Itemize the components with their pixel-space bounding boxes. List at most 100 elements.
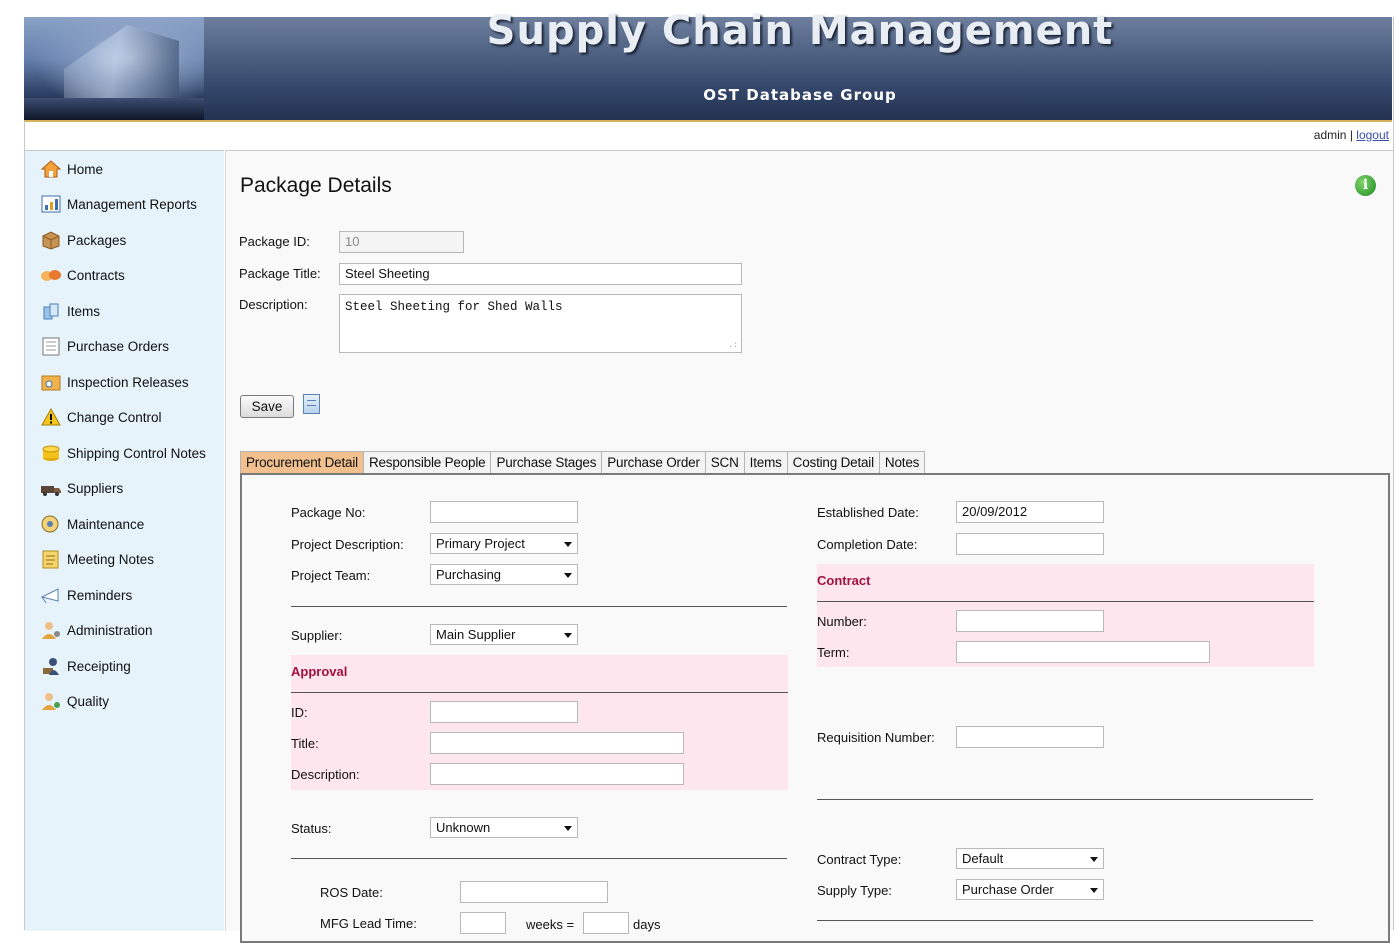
sidebar-item-label: Receipting — [67, 658, 131, 674]
sidebar-item-change-control[interactable]: Change Control — [40, 405, 162, 429]
tab-notes[interactable]: Notes — [878, 451, 926, 473]
dropdown-arrow-icon — [1090, 857, 1098, 862]
tab-procurement-detail[interactable]: Procurement Detail — [240, 451, 364, 473]
sidebar-item-maintenance[interactable]: Maintenance — [40, 512, 144, 536]
sidebar-item-meeting-notes[interactable]: Meeting Notes — [40, 547, 154, 571]
sidebar-item-home[interactable]: Home — [40, 157, 103, 181]
established-date-field[interactable]: 20/09/2012 — [956, 501, 1104, 523]
truck-banner-image — [24, 17, 204, 120]
tab-costing-detail[interactable]: Costing Detail — [786, 451, 880, 473]
dropdown-arrow-icon — [564, 542, 572, 547]
project-team-label: Project Team: — [291, 568, 371, 583]
sidebar-item-items[interactable]: Items — [40, 299, 100, 323]
mfg-lead-weeks-field[interactable] — [460, 912, 506, 934]
contract-type-select[interactable]: Default — [956, 848, 1104, 869]
maintenance-icon — [40, 514, 62, 534]
package-no-label: Package No: — [291, 505, 366, 520]
sidebar-item-label: Meeting Notes — [67, 551, 155, 567]
sidebar-item-inspection-releases[interactable]: Inspection Releases — [40, 370, 189, 394]
reminder-icon — [40, 585, 62, 605]
dropdown-arrow-icon — [564, 826, 572, 831]
sidebar-item-label: Management Reports — [67, 196, 197, 212]
sidebar-item-packages[interactable]: Packages — [40, 228, 126, 252]
dropdown-arrow-icon — [564, 573, 572, 578]
sidebar-item-label: Quality — [67, 693, 110, 709]
divider — [291, 606, 787, 607]
contract-term-field[interactable] — [956, 641, 1210, 663]
clipboard-icon — [40, 336, 62, 356]
notes-icon — [40, 549, 62, 569]
divider — [817, 799, 1313, 800]
tab-purchase-stages[interactable]: Purchase Stages — [490, 451, 603, 473]
tab-items[interactable]: Items — [743, 451, 788, 473]
contract-number-label: Number: — [817, 614, 867, 629]
sidebar-item-purchase-orders[interactable]: Purchase Orders — [40, 334, 169, 358]
mfg-lead-days-field[interactable] — [583, 912, 629, 934]
page-title: Package Details — [240, 174, 392, 197]
sidebar-item-reminders[interactable]: Reminders — [40, 583, 132, 607]
user-bar: admin | logout — [1314, 128, 1389, 142]
requisition-number-field[interactable] — [956, 726, 1104, 748]
description-text: Steel Sheeting for Shed Walls — [345, 300, 563, 314]
project-team-select[interactable]: Purchasing — [430, 564, 578, 585]
tab-responsible-people[interactable]: Responsible People — [362, 451, 492, 473]
tab-scn[interactable]: SCN — [704, 451, 745, 473]
sidebar-item-quality[interactable]: Quality — [40, 689, 109, 713]
sidebar-item-label: Home — [67, 161, 104, 177]
logout-link[interactable]: logout — [1356, 128, 1389, 142]
contract-heading: Contract — [817, 573, 871, 588]
approval-title-field[interactable] — [430, 732, 684, 754]
contract-number-field[interactable] — [956, 610, 1104, 632]
sidebar-item-administration[interactable]: Administration — [40, 618, 153, 642]
approval-heading: Approval — [291, 664, 348, 679]
project-description-select[interactable]: Primary Project — [430, 533, 578, 554]
completion-date-label: Completion Date: — [817, 537, 918, 552]
established-date-label: Established Date: — [817, 505, 919, 520]
sidebar-item-label: Reminders — [67, 587, 133, 603]
divider — [291, 692, 788, 693]
description-field[interactable]: Steel Sheeting for Shed Walls .: — [339, 294, 742, 353]
contract-type-value: Default — [962, 851, 1004, 866]
sidebar-item-receipting[interactable]: Receipting — [40, 654, 131, 678]
sidebar-item-label: Suppliers — [67, 480, 124, 496]
package-id-field[interactable]: 10 — [339, 231, 464, 253]
chart-report-icon — [40, 194, 62, 214]
sidebar-item-label: Inspection Releases — [67, 374, 189, 390]
sidebar-item-suppliers[interactable]: Suppliers — [40, 476, 123, 500]
home-icon — [40, 159, 62, 179]
info-icon[interactable]: i — [1355, 175, 1376, 196]
tab-purchase-order[interactable]: Purchase Order — [601, 451, 706, 473]
app-subtitle: OST Database Group — [703, 86, 897, 104]
items-icon — [40, 301, 62, 321]
package-title-label: Package Title: — [239, 266, 321, 281]
supplier-select[interactable]: Main Supplier — [430, 624, 578, 645]
supply-type-value: Purchase Order — [962, 882, 1054, 897]
project-description-label: Project Description: — [291, 537, 404, 552]
sidebar-item-label: Shipping Control Notes — [67, 445, 206, 461]
resize-grip-icon[interactable]: .: — [728, 342, 738, 350]
supply-type-select[interactable]: Purchase Order — [956, 879, 1104, 900]
status-select[interactable]: Unknown — [430, 817, 578, 838]
approval-id-field[interactable] — [430, 701, 578, 723]
document-icon[interactable] — [303, 394, 320, 414]
sidebar-item-contracts[interactable]: Contracts — [40, 263, 125, 287]
sidebar-item-label: Maintenance — [67, 516, 145, 532]
sidebar-item-shipping-control-notes[interactable]: Shipping Control Notes — [40, 441, 206, 465]
approval-id-label: ID: — [291, 705, 308, 720]
package-no-field[interactable] — [430, 501, 578, 523]
approval-description-field[interactable] — [430, 763, 684, 785]
sidebar-item-label: Items — [67, 303, 101, 319]
completion-date-field[interactable] — [956, 533, 1104, 555]
save-button[interactable]: Save — [240, 395, 294, 418]
admin-user-icon — [40, 620, 62, 640]
divider — [291, 858, 787, 859]
status-value: Unknown — [436, 820, 491, 835]
ros-date-field[interactable] — [460, 881, 608, 903]
supplier-value: Main Supplier — [436, 627, 516, 642]
sidebar-item-management-reports[interactable]: Management Reports — [40, 192, 197, 216]
mfg-lead-time-label: MFG Lead Time: — [320, 916, 417, 931]
package-title-field[interactable]: Steel Sheeting — [339, 263, 742, 285]
package-id-label: Package ID: — [239, 234, 310, 249]
approval-description-label: Description: — [291, 767, 360, 782]
sidebar-item-label: Contracts — [67, 267, 125, 283]
